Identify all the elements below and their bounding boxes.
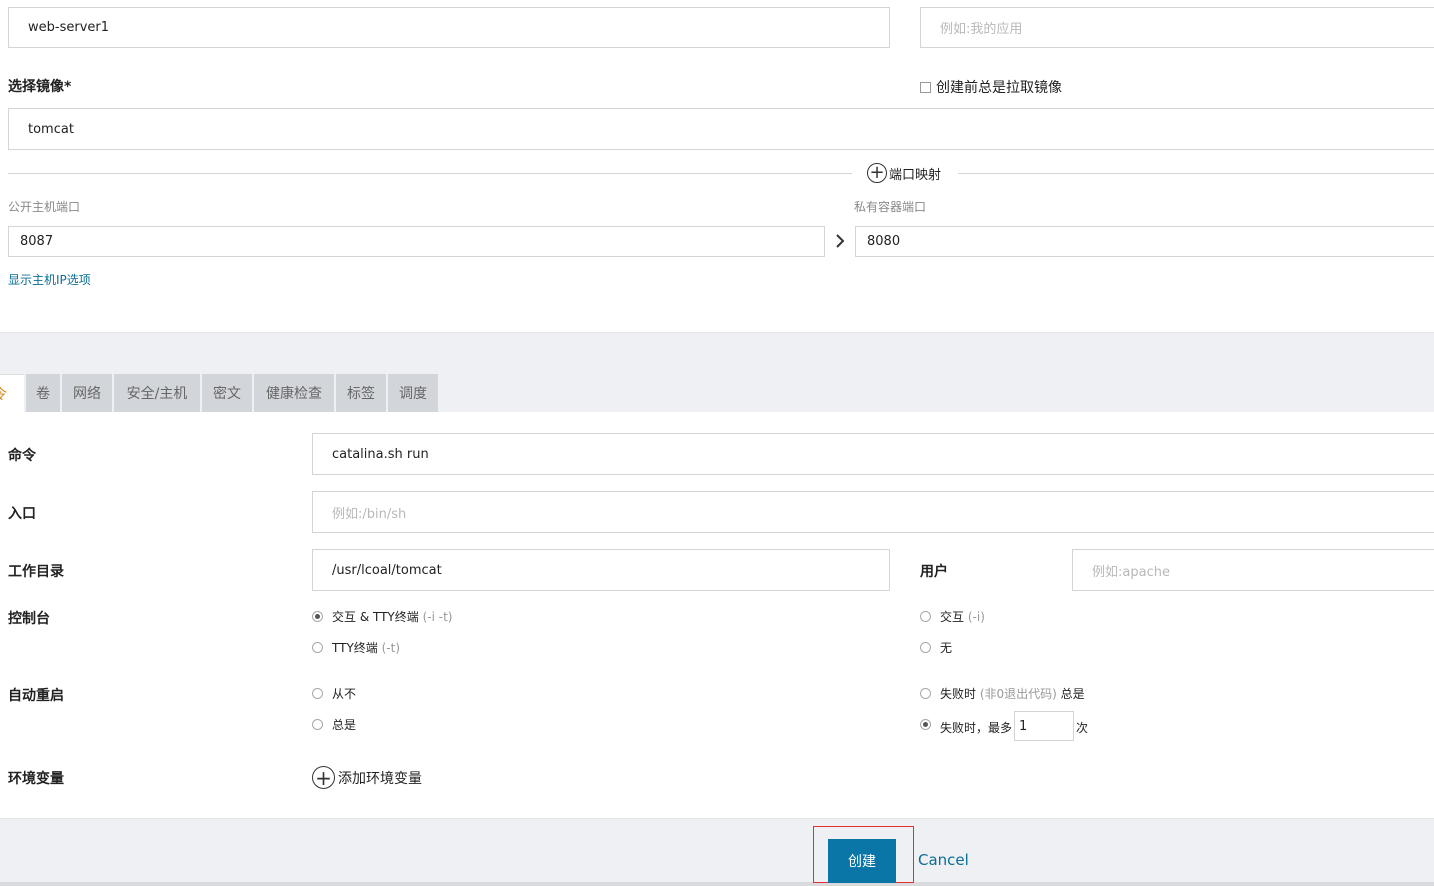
command-value: catalina.sh run [332,446,429,462]
restart-option-on-failure-max[interactable]: 失败时，最多 1 次 [920,711,1220,741]
tab-labels-label: 标签 [347,386,375,402]
user-label: 用户 [920,564,948,580]
console-option-interactive-label: 交互 [940,610,965,624]
tab-scheduling-label: 调度 [399,386,427,402]
radio-restart-on-failure[interactable] [920,688,931,699]
public-port-input[interactable]: 8087 [8,226,825,257]
console-option-interactive-tty-label: 交互 & TTY终端 [332,610,419,624]
tab-labels[interactable]: 标签 [336,374,386,412]
restart-on-failure-suffix: 总是 [1060,687,1085,701]
entrypoint-input[interactable]: 例如:/bin/sh [312,491,1434,533]
plus-circle-icon: + [312,766,335,789]
image-label: 选择镜像* [8,79,72,95]
console-option-interactive-tty-text: 交互 & TTY终端 (-i -t) [332,608,453,625]
user-input[interactable]: 例如:apache [1072,549,1434,591]
command-label: 命令 [8,448,36,464]
workdir-value: /usr/lcoal/tomcat [332,562,442,578]
console-option-tty-hint: (-t) [381,641,401,655]
entrypoint-label: 入口 [8,506,36,522]
tab-health-check[interactable]: 健康检查 [254,374,334,412]
workdir-label: 工作目录 [8,564,64,580]
create-button-label: 创建 [848,854,876,870]
tab-command[interactable]: 令 [0,374,24,412]
restart-option-on-failure[interactable]: 失败时 (非0退出代码) 总是 [920,685,1220,701]
chevron-right-icon [833,233,847,249]
console-option-interactive-hint: (-i) [967,610,985,624]
radio-tty[interactable] [312,642,323,653]
description-input-placeholder: 例如:我的应用 [940,22,1023,37]
public-port-label: 公开主机端口 [8,200,81,214]
console-option-interactive-tty[interactable]: 交互 & TTY终端 (-i -t) [312,608,512,624]
restart-on-failure-max-suffix: 次 [1076,721,1089,735]
restart-label: 自动重启 [8,688,64,704]
plus-circle-icon: + [867,163,887,183]
console-option-tty-text: TTY终端 (-t) [332,639,400,656]
restart-always-label: 总是 [332,718,357,732]
tab-security-host-label: 安全/主机 [126,386,188,402]
entrypoint-placeholder: 例如:/bin/sh [332,506,407,522]
console-option-none[interactable]: 无 [920,639,1120,655]
console-option-none-label: 无 [940,641,953,655]
tab-secrets[interactable]: 密文 [202,374,252,412]
restart-option-always[interactable]: 总是 [312,716,512,732]
restart-never-label: 从不 [332,687,357,701]
console-option-tty[interactable]: TTY终端 (-t) [312,639,512,655]
restart-on-failure-text: 失败时 (非0退出代码) 总是 [940,685,1085,702]
restart-on-failure-hint: (非0退出代码) [979,687,1057,701]
name-input[interactable]: web-server1 [8,7,890,48]
env-label: 环境变量 [8,771,64,787]
public-port-value: 8087 [20,234,54,249]
tab-volumes-label: 卷 [36,386,50,402]
show-host-ip-link[interactable]: 显示主机IP选项 [8,271,91,288]
private-port-input[interactable]: 8080 [855,226,1434,257]
restart-on-failure-max-prefix: 失败时，最多 [940,721,1013,735]
console-label: 控制台 [8,611,50,627]
radio-interactive-tty[interactable] [312,611,323,622]
user-placeholder: 例如:apache [1092,564,1170,580]
add-env-var-label: 添加环境变量 [338,770,422,787]
image-input-value: tomcat [28,121,74,137]
port-mapping-title: 端口映射 [889,167,942,183]
radio-interactive[interactable] [920,611,931,622]
tab-command-label: 令 [0,384,7,404]
radio-restart-on-failure-max[interactable] [920,719,931,730]
private-port-value: 8080 [867,234,901,249]
console-option-interactive-text: 交互 (-i) [940,608,985,625]
restart-option-never[interactable]: 从不 [312,685,512,701]
restart-on-failure-prefix: 失败时 [940,687,977,701]
create-button[interactable]: 创建 [828,839,896,883]
image-input[interactable]: tomcat [8,108,1434,150]
footer-bottom-edge [0,882,1434,886]
add-port-mapping-button[interactable]: + 端口映射 [867,163,941,183]
console-option-interactive[interactable]: 交互 (-i) [920,608,1120,624]
radio-restart-always[interactable] [312,719,323,730]
tab-security-host[interactable]: 安全/主机 [114,374,200,412]
name-input-value: web-server1 [28,20,109,35]
tab-secrets-label: 密文 [213,386,241,402]
tab-network[interactable]: 网络 [62,374,112,412]
tab-health-check-label: 健康检查 [266,386,322,402]
tab-volumes[interactable]: 卷 [26,374,60,412]
restart-max-count-value: 1 [1019,718,1028,734]
add-env-var-button[interactable]: + 添加环境变量 [312,766,422,789]
port-divider-left [8,173,852,174]
tab-network-label: 网络 [73,386,101,402]
command-input[interactable]: catalina.sh run [312,433,1434,475]
always-pull-checkbox[interactable] [920,81,931,93]
footer-bar [0,818,1434,886]
cancel-link[interactable]: Cancel [918,851,969,869]
port-divider-right [958,173,1434,174]
radio-none[interactable] [920,642,931,653]
always-pull-label: 创建前总是拉取镜像 [936,80,1062,96]
workdir-input[interactable]: /usr/lcoal/tomcat [312,549,890,591]
radio-restart-never[interactable] [312,688,323,699]
tab-scheduling[interactable]: 调度 [388,374,438,412]
console-option-tty-label: TTY终端 [332,641,378,655]
description-input[interactable]: 例如:我的应用 [920,7,1434,48]
always-pull-option[interactable]: 创建前总是拉取镜像 [920,77,1062,97]
console-option-interactive-tty-hint: (-i -t) [422,610,453,624]
restart-max-count-input[interactable]: 1 [1014,711,1074,741]
private-port-label: 私有容器端口 [854,200,927,214]
